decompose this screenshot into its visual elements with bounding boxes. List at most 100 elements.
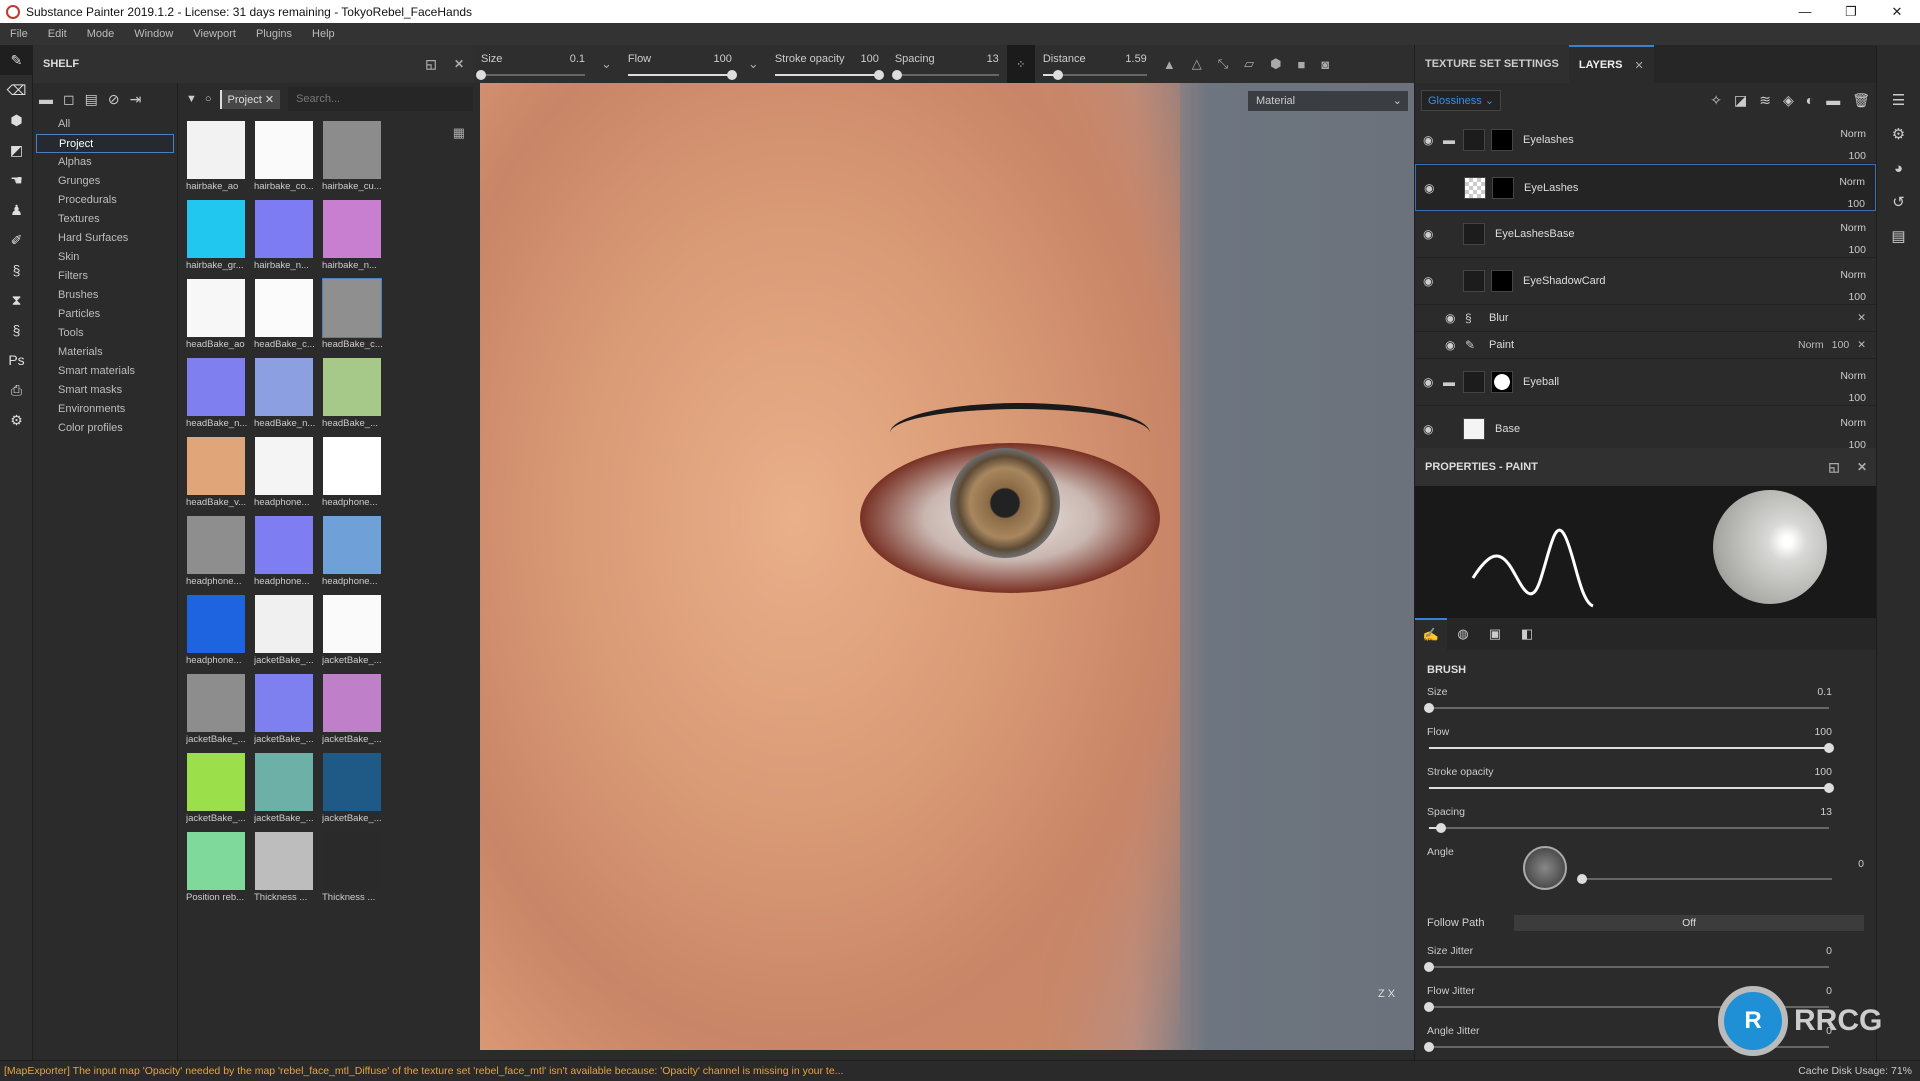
shelf-item[interactable]: jacketBake_... [186,753,254,824]
shelf-category-color-profiles[interactable]: Color profiles [36,419,174,438]
slider-handle[interactable] [1424,1002,1434,1012]
toolbar-slider-flow[interactable]: Flow 100 [620,53,740,80]
slider-handle[interactable] [1053,69,1064,80]
shelf-category-smart-masks[interactable]: Smart masks [36,381,174,400]
shelf-category-particles[interactable]: Particles [36,305,174,324]
slider-handle[interactable] [1424,1042,1434,1052]
add-mask-icon[interactable]: ◪ [1734,92,1747,109]
layer-row[interactable]: ◉ EyeLashes Norm 100 [1415,164,1876,211]
shelf-item[interactable]: jacketBake_... [186,674,254,745]
slider-value[interactable]: 0 [1826,945,1832,957]
visibility-eye-icon[interactable]: ◉ [1445,311,1465,325]
slider-handle[interactable] [1824,783,1834,793]
history-icon[interactable]: ↺ [1877,185,1920,219]
transform-icon[interactable]: ⤡ [1210,56,1236,72]
slider-value[interactable]: 0.1 [570,53,585,65]
shelf-category-filters[interactable]: Filters [36,267,174,286]
toolbar-slider-spacing[interactable]: Spacing 13 [887,53,1007,80]
follow-path-toggle[interactable]: Off [1514,915,1864,931]
slider-value[interactable]: 0 [1858,858,1864,870]
shelf-category-textures[interactable]: Textures [36,210,174,229]
slider-track[interactable] [1429,823,1829,833]
menu-viewport[interactable]: Viewport [183,28,246,40]
status-message[interactable]: [MapExporter] The input map 'Opacity' ne… [4,1061,843,1081]
symmetry-dots-icon[interactable]: ⁘ [1006,45,1035,83]
filter-chip[interactable]: Project ✕ [219,89,281,109]
blend-mode-dropdown[interactable]: Norm [1840,412,1866,434]
channel-dropdown[interactable]: Glossiness ⌄ [1421,89,1502,111]
slider-track[interactable] [1429,783,1834,793]
clone-stamp-icon[interactable]: ♟ [0,195,33,225]
remove-effect-icon[interactable]: ✕ [1857,312,1866,324]
shelf-item[interactable]: hairbake_co... [254,121,322,192]
save-icon[interactable]: ▤ [85,91,98,108]
shelf-category-grunges[interactable]: Grunges [36,172,174,191]
slider-value[interactable]: 1.59 [1125,53,1146,65]
shelf-category-hard-surfaces[interactable]: Hard Surfaces [36,229,174,248]
shelf-category-materials[interactable]: Materials [36,343,174,362]
layer-row[interactable]: ◉ Base Norm 100 [1415,406,1876,453]
tab-texture-set-settings[interactable]: TEXTURE SET SETTINGS [1415,45,1569,83]
minimize-button[interactable]: — [1782,0,1828,23]
add-folder-icon[interactable]: ▬ [1826,92,1840,109]
material-dropdown[interactable]: Material ⌄ [1248,91,1408,111]
shelf-item[interactable]: Thickness ... [254,832,322,903]
grid-view-icon[interactable]: ▦ [453,125,465,141]
photoshop-icon[interactable]: Ps [0,345,33,375]
blend-mode-dropdown[interactable]: Norm [1840,217,1866,239]
menu-mode[interactable]: Mode [77,28,125,40]
visibility-eye-icon[interactable]: ◉ [1445,338,1465,352]
substance-disabled-icon[interactable]: § [0,315,33,345]
menu-edit[interactable]: Edit [38,28,77,40]
projection-icon[interactable]: ⬢ [0,105,33,135]
3d-viewport[interactable]: Material ⌄ Z X [480,83,1414,1050]
visibility-eye-icon[interactable]: ◉ [1424,181,1444,195]
slider-track[interactable] [1042,69,1147,80]
shelf-item[interactable]: jacketBake_... [254,595,322,666]
slider-value[interactable]: 100 [1814,726,1832,738]
float-panel-icon[interactable]: ◱ [1820,460,1848,474]
shelf-item[interactable]: headphone... [322,516,390,587]
blend-mode-dropdown[interactable]: Norm [1840,123,1866,145]
shelf-item[interactable]: headBake_n... [254,358,322,429]
slider-value[interactable]: 100 [860,53,878,65]
shelf-item[interactable]: headBake_v... [186,437,254,508]
shelf-item[interactable]: headBake_ao [186,279,254,350]
substance-icon[interactable]: § [0,255,33,285]
slider-track[interactable] [891,69,999,80]
toolbar-slider-distance[interactable]: Distance 1.59 [1035,53,1155,80]
stencil-tab-icon[interactable]: ◧ [1511,618,1543,650]
shelf-item[interactable]: jacketBake_... [254,674,322,745]
search-circle-icon[interactable]: ○ [205,93,212,105]
material-tab-icon[interactable]: ◍ [1447,618,1479,650]
visibility-eye-icon[interactable]: ◉ [1423,274,1443,288]
shelf-category-tools[interactable]: Tools [36,324,174,343]
paint-brush-icon[interactable]: ✎ [0,45,33,75]
slider-track[interactable] [1424,703,1829,713]
shelf-item[interactable]: hairbake_gr... [186,200,254,271]
shelf-item[interactable]: hairbake_n... [322,200,390,271]
search-input[interactable]: Search... [288,87,473,111]
filter-icon[interactable]: ▼ [186,93,197,105]
shelf-item[interactable]: headBake_n... [186,358,254,429]
import-icon[interactable]: ⇥ [130,91,142,108]
eraser-icon[interactable]: ⌫ [0,75,33,105]
shelf-item[interactable]: headBake_... [322,358,390,429]
slider-handle[interactable] [1436,823,1446,833]
blend-mode-dropdown[interactable]: Norm [1840,365,1866,387]
shelf-category-brushes[interactable]: Brushes [36,286,174,305]
render-mode-icon[interactable]: ⬢ [1262,56,1289,72]
new-item-icon[interactable]: ◻ [63,91,75,108]
slider-track[interactable] [774,69,884,80]
shelf-item[interactable]: jacketBake_... [254,753,322,824]
pressure-icon[interactable]: ⌄ [593,56,620,72]
shelf-item[interactable]: hairbake_cu... [322,121,390,192]
remove-effect-icon[interactable]: ✕ [1857,339,1866,351]
visibility-eye-icon[interactable]: ◉ [1423,133,1443,147]
slider-value[interactable]: 13 [1820,806,1832,818]
menu-file[interactable]: File [0,28,38,40]
slider-track[interactable] [627,69,737,80]
visibility-eye-icon[interactable]: ◉ [1423,375,1443,389]
close-panel-icon[interactable]: ✕ [445,57,473,71]
hide-icon[interactable]: ⊘ [108,91,120,108]
